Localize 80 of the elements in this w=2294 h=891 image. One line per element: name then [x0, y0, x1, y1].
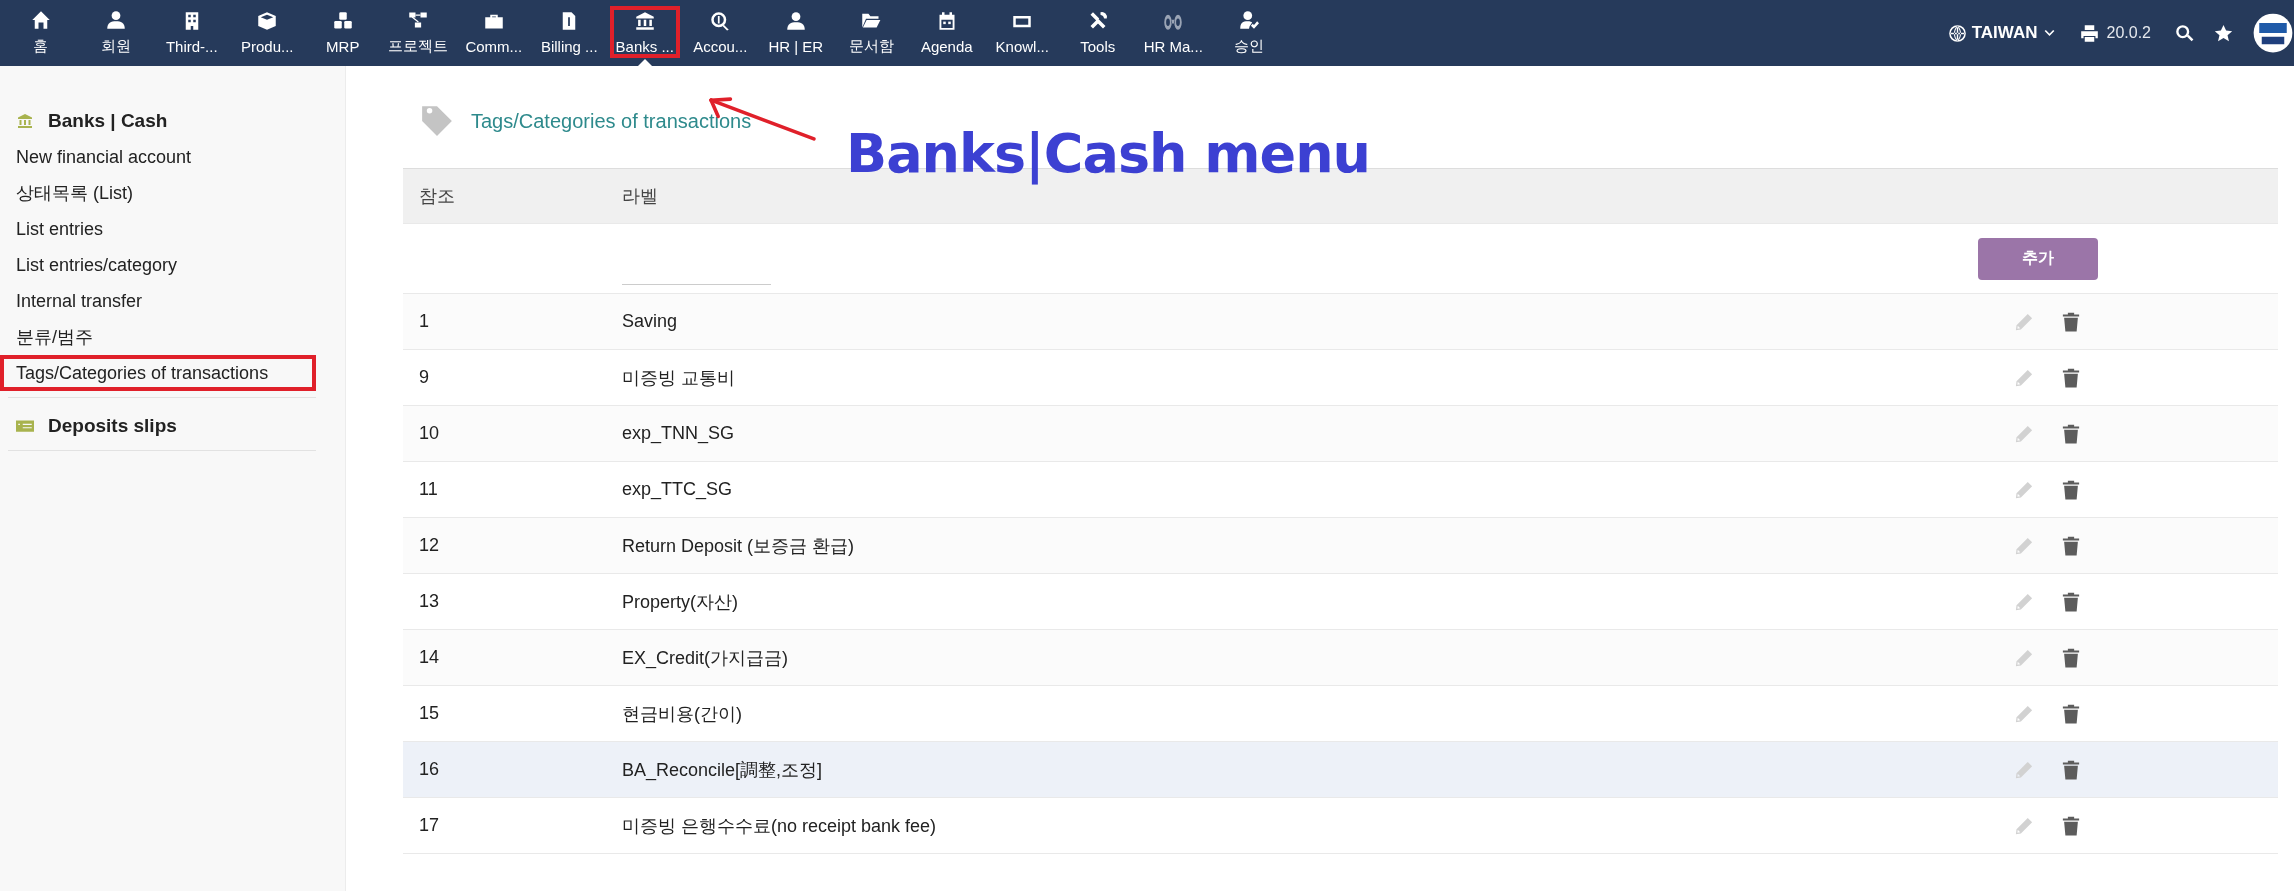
table-cell-text: Saving [622, 311, 679, 332]
table-cell-text: 14 [418, 647, 441, 668]
menu-item[interactable]: Agenda [909, 0, 985, 66]
table-cell-text: 15 [418, 703, 441, 724]
menu-item[interactable]: Comm... [456, 0, 532, 66]
sitemap-icon [408, 10, 429, 30]
search-dollar-icon [710, 11, 731, 31]
globe-icon [1947, 23, 1967, 43]
printer-icon [2079, 23, 2099, 43]
home-icon [30, 10, 51, 30]
menu-item[interactable]: 프로젝트 [380, 0, 456, 66]
avatar-icon[interactable] [2253, 13, 2293, 53]
menu-item[interactable]: Produ... [229, 0, 305, 66]
sidebar-item[interactable]: Tags/Categories of transactions [0, 355, 316, 391]
table-cell-text: exp_TNN_SG [622, 423, 736, 444]
add-button[interactable]: 추가 [1978, 237, 2098, 280]
menu-item[interactable]: 승인 [1211, 0, 1287, 66]
menu-item[interactable]: Third-... [154, 0, 230, 66]
table-cell-text: 11 [418, 479, 439, 500]
table-cell-text: 10 [418, 423, 441, 444]
menu-item[interactable]: 홈 [3, 0, 79, 66]
table-cell-text: Property(자산) [622, 590, 739, 614]
menu-item[interactable]: Accou... [682, 0, 758, 66]
active-indicator [637, 59, 652, 66]
sidebar-item[interactable]: List entries [0, 211, 316, 247]
section-title[interactable]: Banks | Cash [48, 110, 168, 132]
table-cell-text: 16 [418, 759, 441, 780]
menu-item[interactable]: Billing ... [531, 0, 607, 66]
trash-icon[interactable] [2062, 703, 2080, 724]
trash-icon[interactable] [2062, 759, 2080, 780]
trash-icon[interactable] [2062, 591, 2080, 612]
table-cell-text: 미증빙 은행수수료(no receipt bank fee) [622, 814, 938, 838]
table-cell-text: 13 [418, 591, 441, 612]
sidebar-item[interactable]: List entries/category [0, 247, 316, 283]
menu-item[interactable]: 회원 [78, 0, 154, 66]
table-cell-text: EX_Credit(가지급금) [622, 646, 790, 670]
trash-icon[interactable] [2062, 647, 2080, 668]
table-cell-text: 미증빙 교통비 [622, 366, 736, 390]
cube-icon [257, 11, 278, 31]
bank-icon [634, 11, 655, 31]
column-header: 참조 [418, 185, 456, 208]
country-selector[interactable]: TAIWAN [1947, 23, 2056, 43]
trash-icon[interactable] [2062, 535, 2080, 556]
table-cell-text: 9 [418, 367, 430, 388]
section-title[interactable]: Deposits slips [48, 415, 177, 437]
menu-item[interactable]: HR | ER [758, 0, 834, 66]
annotation-text: Banks|Cash menu [846, 122, 1371, 185]
sidebar-item[interactable]: 분류/범주 [0, 319, 316, 355]
trash-icon[interactable] [2062, 479, 2080, 500]
sidebar-item[interactable]: Internal transfer [0, 283, 316, 319]
menu-item[interactable]: 문서함 [833, 0, 909, 66]
sidebar-item[interactable]: 상태목록 (List) [0, 175, 316, 211]
user-check-icon [1238, 10, 1259, 30]
table-cell-text: 현금비용(간이) [622, 702, 743, 726]
table-cell-text: exp_TTC_SG [622, 479, 734, 500]
table-cell-text: 12 [418, 535, 441, 556]
money-slip-icon [16, 418, 34, 434]
menu-item[interactable]: Tools [1060, 0, 1136, 66]
sidebar-item[interactable]: New financial account [0, 139, 316, 175]
table-cell-text: BA_Reconcile[調整,조정] [622, 758, 824, 782]
bank-icon [16, 113, 34, 129]
table-cell-text: 17 [418, 815, 441, 836]
version-link[interactable]: 20.0.2 [2079, 23, 2151, 43]
table-cell-text: 1 [418, 311, 430, 332]
trash-icon[interactable] [2062, 423, 2080, 444]
table-cell-text: Return Deposit (보증금 환급) [622, 534, 856, 558]
menu-item[interactable]: MRP [305, 0, 381, 66]
star-icon[interactable] [2214, 23, 2233, 43]
tag-icon [420, 104, 454, 138]
trash-icon[interactable] [2062, 367, 2080, 388]
cubes-icon [332, 11, 353, 31]
trash-icon[interactable] [2062, 311, 2080, 332]
menu-item[interactable]: Knowl... [984, 0, 1060, 66]
menu-item[interactable]: Banks ... [607, 0, 683, 66]
search-icon[interactable] [2175, 23, 2194, 43]
menu-item[interactable]: HR Ma... [1135, 0, 1211, 66]
column-header: 라벨 [622, 185, 659, 208]
trash-icon[interactable] [2062, 815, 2080, 836]
user-icon [106, 10, 127, 30]
page-title: Tags/Categories of transactions [471, 109, 752, 133]
